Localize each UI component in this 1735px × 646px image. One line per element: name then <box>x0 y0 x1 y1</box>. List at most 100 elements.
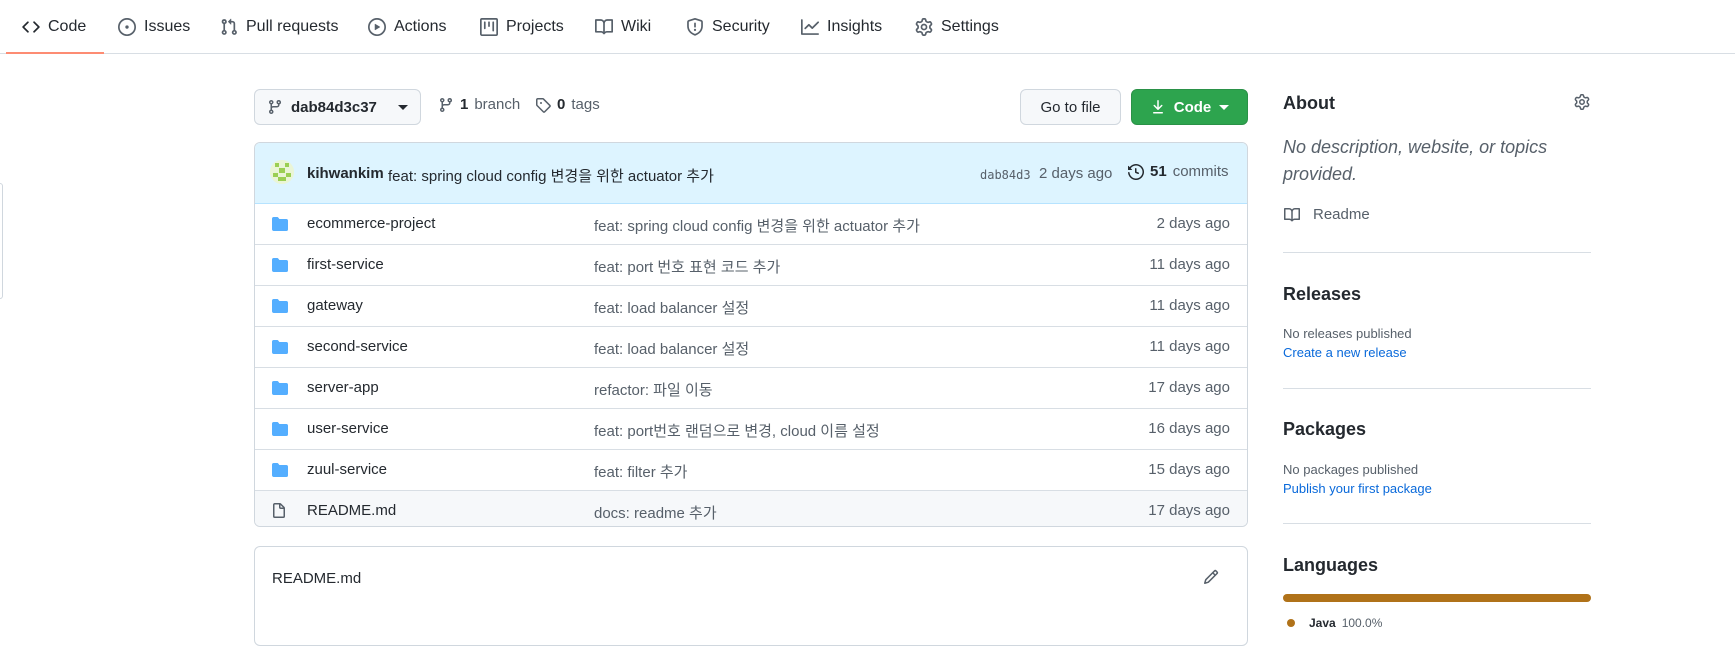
file-commit-message[interactable]: docs: readme 추가 <box>594 502 717 523</box>
shield-icon <box>686 17 704 36</box>
file-commit-age: 17 days ago <box>1148 502 1230 519</box>
commit-count-label: commits <box>1172 163 1229 180</box>
latest-commit-bar: kihwankim feat: spring cloud config 변경을 … <box>255 143 1247 204</box>
tab-security[interactable]: Security <box>686 0 770 53</box>
file-commit-age: 16 days ago <box>1148 420 1230 437</box>
language-bar <box>1283 594 1591 602</box>
branch-count-label: branch <box>474 96 521 113</box>
tab-pull-requests[interactable]: Pull requests <box>220 0 339 53</box>
file-commit-age: 11 days ago <box>1149 256 1230 273</box>
file-commit-message[interactable]: refactor: 파일 이동 <box>594 379 713 400</box>
tab-label: Insights <box>827 17 883 35</box>
file-row[interactable]: zuul-service feat: filter 추가 15 days ago <box>255 449 1247 490</box>
file-name-link[interactable]: server-app <box>307 379 379 396</box>
play-icon <box>368 17 386 36</box>
file-name-link[interactable]: user-service <box>307 420 389 437</box>
file-row[interactable]: first-service feat: port 번호 표현 코드 추가 11 da… <box>255 244 1247 285</box>
commit-count: 51 <box>1150 163 1167 180</box>
tab-projects[interactable]: Projects <box>480 0 564 53</box>
pull-request-icon <box>220 18 238 36</box>
readme-link-label: Readme <box>1313 206 1370 223</box>
releases-status: No releases published <box>1283 326 1412 341</box>
code-button-label: Code <box>1173 98 1212 116</box>
tab-insights[interactable]: Insights <box>801 0 882 53</box>
tab-label: Issues <box>144 17 191 35</box>
file-name-link[interactable]: second-service <box>307 338 408 355</box>
languages-title: Languages <box>1283 555 1379 575</box>
avatar[interactable] <box>270 160 294 184</box>
branches-link[interactable]: 1 branch <box>438 96 520 113</box>
graph-icon <box>801 18 819 36</box>
file-row[interactable]: server-app refactor: 파일 이동 17 days ago <box>255 367 1247 408</box>
packages-title[interactable]: Packages <box>1283 419 1366 440</box>
tab-code[interactable]: Code <box>5 0 105 54</box>
table-icon <box>480 17 498 36</box>
chevron-down-icon <box>1219 104 1230 110</box>
tab-wiki[interactable]: Wiki <box>595 0 651 53</box>
repo-tab-nav: Code Issues Pull requests Actions Projec… <box>0 0 1735 54</box>
issue-icon <box>118 17 136 36</box>
branch-name: dab84d3c37 <box>291 98 377 116</box>
file-commit-age: 15 days ago <box>1148 461 1230 478</box>
about-title: About <box>1283 93 1335 113</box>
file-commit-age: 17 days ago <box>1148 379 1230 396</box>
tab-issues[interactable]: Issues <box>118 0 190 53</box>
divider <box>1283 388 1591 389</box>
book-icon <box>595 18 613 36</box>
create-release-link[interactable]: Create a new release <box>1283 345 1407 360</box>
go-to-file-label: Go to file <box>1040 98 1101 116</box>
git-branch-icon <box>438 97 454 113</box>
publish-package-link[interactable]: Publish your first package <box>1283 481 1432 496</box>
commits-link[interactable]: 51 commits <box>1128 163 1229 180</box>
file-name-link[interactable]: zuul-service <box>307 461 387 478</box>
file-name-link[interactable]: ecommerce-project <box>307 215 435 232</box>
code-download-button[interactable]: Code <box>1131 89 1248 125</box>
releases-title[interactable]: Releases <box>1283 284 1361 305</box>
commit-author[interactable]: kihwankim <box>307 165 384 182</box>
tab-label: Code <box>48 17 87 35</box>
file-name-link[interactable]: first-service <box>307 256 384 273</box>
pencil-icon[interactable] <box>1203 569 1219 585</box>
file-commit-message[interactable]: feat: load balancer 설정 <box>594 297 749 318</box>
file-commit-message[interactable]: feat: port번호 랜덤으로 변경, cloud 이름 설정 <box>594 420 880 441</box>
file-commit-message[interactable]: feat: spring cloud config 변경을 위한 actuato… <box>594 215 920 236</box>
readme-link[interactable]: Readme <box>1283 206 1370 223</box>
folder-icon <box>271 216 289 232</box>
commit-sha[interactable]: dab84d3 <box>980 168 1031 182</box>
folder-icon <box>271 339 289 355</box>
file-name-link[interactable]: gateway <box>307 297 363 314</box>
file-row[interactable]: ecommerce-project feat: spring cloud conf… <box>255 204 1247 244</box>
tag-icon <box>535 97 551 113</box>
gear-icon[interactable] <box>1574 94 1590 110</box>
file-commit-age: 2 days ago <box>1156 215 1230 232</box>
tab-label: Wiki <box>621 17 652 35</box>
file-row[interactable]: README.md docs: readme 추가 17 days ago <box>255 490 1247 526</box>
branch-count: 1 <box>460 96 469 113</box>
readme-panel: README.md <box>254 546 1248 646</box>
tab-label: Projects <box>506 17 564 35</box>
folder-icon <box>271 421 289 437</box>
book-icon <box>1283 207 1301 223</box>
file-commit-message[interactable]: feat: port 번호 표현 코드 추가 <box>594 256 780 277</box>
file-commit-age: 11 days ago <box>1149 297 1230 314</box>
go-to-file-button[interactable]: Go to file <box>1020 89 1121 125</box>
tab-label: Pull requests <box>246 17 339 35</box>
file-name-link[interactable]: README.md <box>307 502 396 519</box>
edge-panel-handle[interactable] <box>0 183 3 299</box>
branch-select-button[interactable]: dab84d3c37 <box>254 89 421 125</box>
tab-actions[interactable]: Actions <box>368 0 446 53</box>
about-description: No description, website, or topics provi… <box>1283 137 1548 184</box>
file-row[interactable]: gateway feat: load balancer 설정 11 days ago <box>255 285 1247 326</box>
git-branch-icon <box>267 99 283 115</box>
file-row[interactable]: second-service feat: load balancer 설정 11 d… <box>255 326 1247 367</box>
tags-link[interactable]: 0 tags <box>535 96 600 113</box>
commit-message[interactable]: feat: spring cloud config 변경을 위한 actuato… <box>388 165 714 186</box>
tab-label: Settings <box>941 17 999 35</box>
file-commit-message[interactable]: feat: load balancer 설정 <box>594 338 749 359</box>
language-color-dot <box>1287 619 1295 627</box>
tag-count-label: tags <box>571 96 600 113</box>
download-icon <box>1150 99 1166 115</box>
file-commit-message[interactable]: feat: filter 추가 <box>594 461 687 482</box>
tab-settings[interactable]: Settings <box>915 0 999 53</box>
file-row[interactable]: user-service feat: port번호 랜덤으로 변경, cloud … <box>255 408 1247 449</box>
